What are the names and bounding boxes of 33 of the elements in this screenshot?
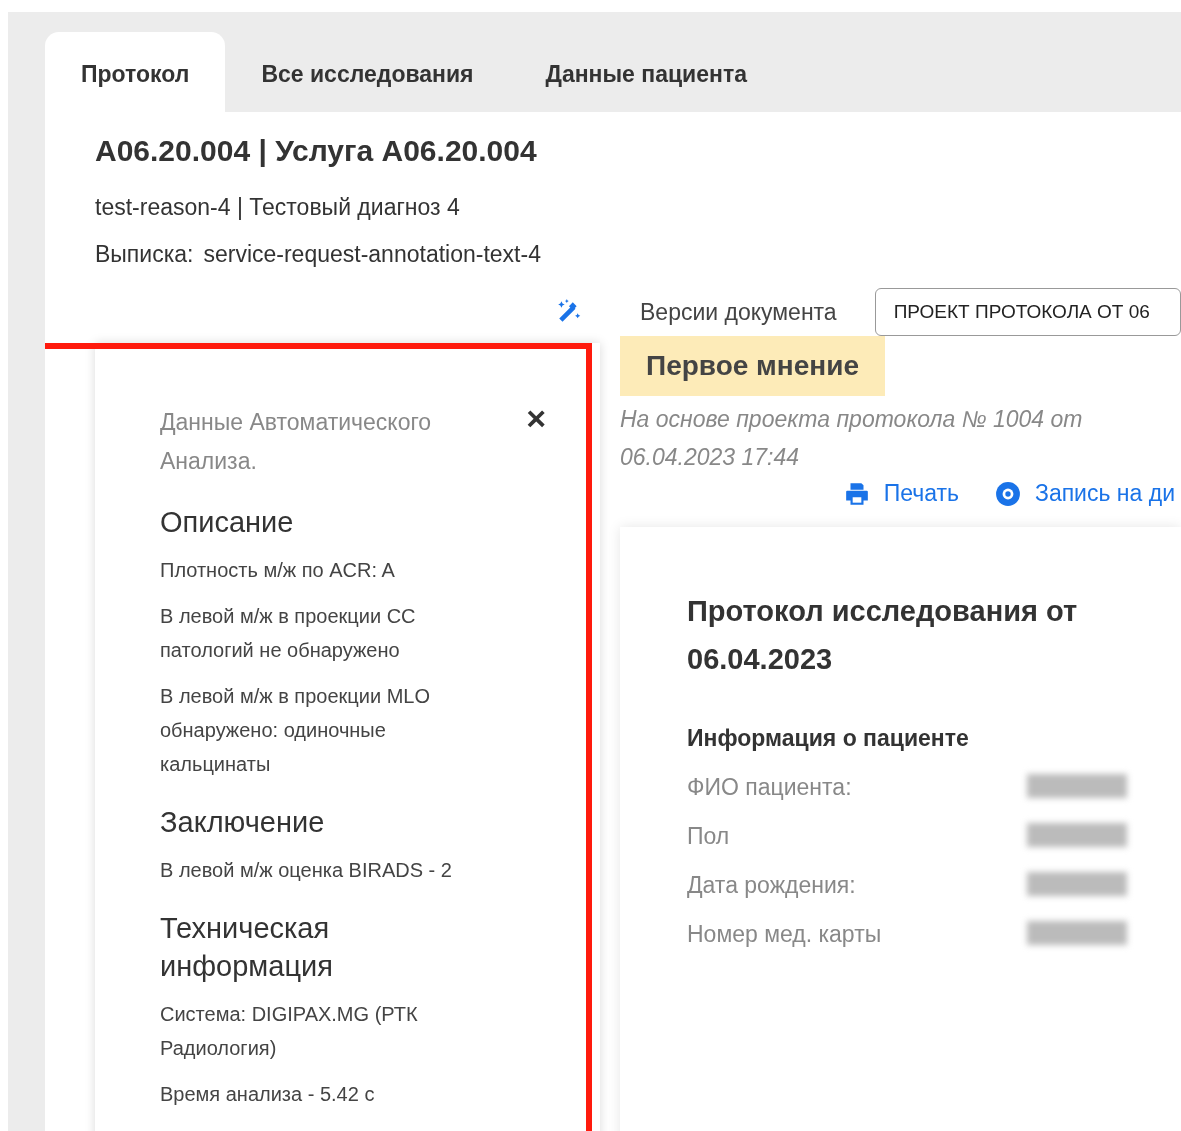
field-label: ФИО пациента: [687, 774, 853, 801]
panel-title: Данные Автоматического Анализа. [160, 408, 433, 476]
section-heading: Описание [160, 505, 295, 540]
opinion-badge: Первое мнение [620, 336, 885, 396]
tab[interactable]: Данные пациента [509, 32, 783, 112]
section-heading: Техническая информация [160, 911, 334, 984]
version-select[interactable]: ПРОЕКТ ПРОТОКОЛА ОТ 06 [874, 288, 1181, 336]
versions-label: Версии документа [639, 298, 838, 326]
based-on-text: На основе проекта протокола № 1004 от 06.04.2023 17:44 [620, 405, 1084, 472]
printer-icon [843, 480, 870, 507]
section-heading: Информация о пациенте [687, 725, 970, 752]
magic-wand-icon[interactable] [556, 298, 582, 324]
analysis-text: В левой м/ж в проекции CC патологий не обнаружено [160, 604, 417, 663]
action-link[interactable]: Запись на ди [995, 480, 1175, 507]
field-label: Пол [687, 823, 731, 850]
analysis-text: В левой м/ж в проекции MLO обнаружено: одиночные кальцинаты [160, 684, 431, 777]
tab[interactable]: Протокол [45, 32, 226, 112]
analysis-text: Система: DIGIPAX.MG (РТК Радиология) [160, 1002, 419, 1061]
extract-label: Выписка: [95, 241, 194, 267]
analysis-text: В левой м/ж оценка BIRADS - 2 [160, 858, 453, 883]
service-title: A06.20.004 | Услуга A06.20.004 [95, 134, 538, 168]
extract-value: service-request-annotation-text-4 [203, 241, 541, 267]
close-button[interactable]: × [526, 403, 546, 433]
document-title: Протокол исследования от 06.04.2023 [687, 594, 1079, 677]
analysis-text: Время анализа - 5.42 с [160, 1082, 376, 1107]
analysis-text: Плотность м/ж по ACR: A [160, 558, 396, 583]
section-heading: Заключение [160, 805, 326, 840]
field-label: Дата рождения: [687, 872, 857, 899]
action-link[interactable]: Печать [843, 480, 959, 507]
field-label: Номер мед. карты [687, 921, 883, 948]
disc-icon [995, 480, 1021, 507]
tab[interactable]: Все исследования [225, 32, 510, 112]
reason-text: test-reason-4 | Тестовый диагноз 4 [95, 193, 461, 222]
